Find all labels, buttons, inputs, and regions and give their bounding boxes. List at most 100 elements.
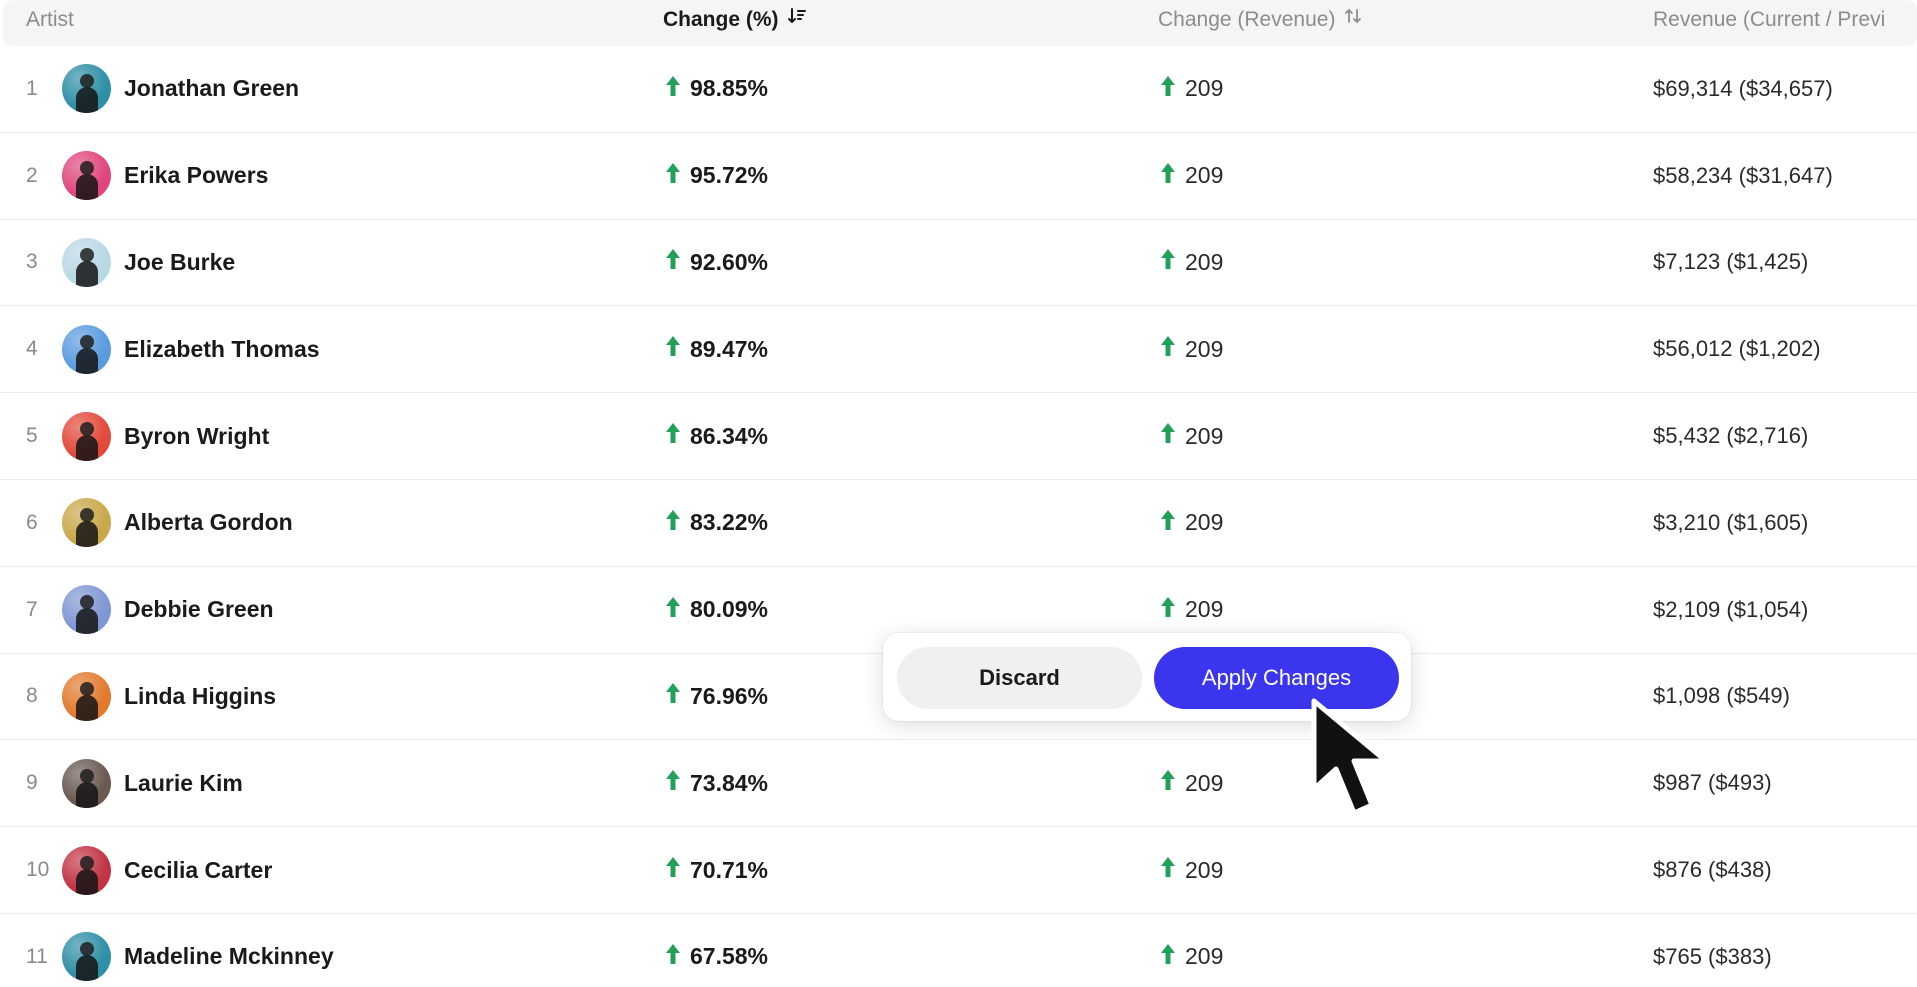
revenue-value: $58,234 ($31,647)	[1653, 162, 1833, 188]
artist-name[interactable]: Linda Higgins	[124, 654, 276, 740]
change-pct-value: 76.96%	[690, 682, 769, 709]
avatar	[62, 567, 111, 653]
revenue-value: $1,098 ($549)	[1653, 683, 1790, 709]
arrow-up-icon	[664, 681, 682, 711]
arrow-up-icon	[664, 74, 682, 104]
row-rank: 7	[26, 597, 38, 621]
artist-avatar-image	[62, 64, 111, 114]
revenue-value: $69,314 ($34,657)	[1653, 75, 1833, 101]
column-header-change-pct[interactable]: Change (%)	[663, 0, 807, 40]
change-revenue-cell: 209	[1159, 827, 1223, 913]
discard-button[interactable]: Discard	[897, 647, 1142, 709]
artist-avatar-image	[62, 237, 111, 287]
table-row[interactable]: 4 Elizabeth Thomas 89.47% 209 $56,012 ($1,20…	[0, 306, 1917, 394]
change-revenue-cell: 209	[1159, 393, 1223, 479]
arrow-up-icon	[1159, 161, 1177, 191]
table-row[interactable]: 1 Jonathan Green 98.85% 209 $69,314 ($34,657…	[0, 46, 1917, 133]
row-rank: 3	[26, 250, 38, 274]
artist-name[interactable]: Laurie Kim	[124, 740, 243, 826]
artist-name[interactable]: Jonathan Green	[124, 46, 299, 132]
avatar	[62, 133, 111, 219]
row-rank: 1	[26, 76, 38, 100]
arrow-up-icon	[664, 334, 682, 364]
column-header-change-revenue[interactable]: Change (Revenue)	[1158, 0, 1363, 40]
revenue-value: $2,109 ($1,054)	[1653, 596, 1809, 622]
avatar	[62, 827, 111, 913]
arrow-up-icon	[1159, 421, 1177, 451]
change-pct-value: 89.47%	[690, 335, 769, 362]
table-row[interactable]: 5 Byron Wright 86.34% 209 $5,432 ($2,716)	[0, 393, 1917, 480]
change-pct-cell: 70.71%	[664, 827, 768, 913]
arrow-up-icon	[1159, 942, 1177, 972]
change-pct-value: 70.71%	[690, 856, 769, 883]
change-revenue-value: 209	[1185, 335, 1224, 362]
column-header-label: Revenue (Current / Previ	[1653, 8, 1886, 31]
change-pct-cell: 89.47%	[664, 306, 768, 392]
artist-avatar-image	[62, 324, 111, 374]
column-header-revenue[interactable]: Revenue (Current / Previ	[1653, 0, 1885, 40]
change-revenue-value: 209	[1185, 856, 1224, 883]
artist-name[interactable]: Madeline Mckinney	[124, 914, 334, 987]
artist-avatar-image	[62, 845, 111, 895]
table-row[interactable]: 2 Erika Powers 95.72% 209 $58,234 ($31,647)	[0, 133, 1917, 220]
change-pct-value: 98.85%	[690, 75, 769, 102]
avatar	[62, 393, 111, 479]
avatar	[62, 220, 111, 306]
change-pct-cell: 83.22%	[664, 480, 768, 566]
avatar	[62, 914, 111, 987]
artist-name[interactable]: Alberta Gordon	[124, 480, 293, 566]
artist-name[interactable]: Elizabeth Thomas	[124, 306, 320, 392]
change-pct-value: 80.09%	[690, 596, 769, 623]
artist-name[interactable]: Erika Powers	[124, 133, 268, 219]
change-revenue-value: 209	[1185, 943, 1224, 970]
table-row[interactable]: 3 Joe Burke 92.60% 209 $7,123 ($1,425)	[0, 220, 1917, 307]
change-pct-cell: 86.34%	[664, 393, 768, 479]
revenue-value: $765 ($383)	[1653, 943, 1772, 969]
arrow-up-icon	[1159, 74, 1177, 104]
artist-avatar-image	[62, 758, 111, 808]
change-revenue-value: 209	[1185, 162, 1224, 189]
avatar	[62, 46, 111, 132]
artist-name[interactable]: Joe Burke	[124, 220, 235, 306]
change-pct-value: 86.34%	[690, 422, 769, 449]
arrow-up-icon	[1159, 247, 1177, 277]
sort-both-icon[interactable]	[1343, 0, 1363, 40]
artist-avatar-image	[62, 932, 111, 982]
row-rank: 8	[26, 684, 38, 708]
artist-name[interactable]: Cecilia Carter	[124, 827, 272, 913]
avatar	[62, 740, 111, 826]
change-pct-cell: 67.58%	[664, 914, 768, 987]
change-revenue-cell: 209	[1159, 740, 1223, 826]
row-rank: 9	[26, 771, 38, 795]
arrow-up-icon	[1159, 508, 1177, 538]
table-row[interactable]: 9 Laurie Kim 73.84% 209 $987 ($493)	[0, 740, 1917, 828]
artist-avatar-image	[62, 498, 111, 548]
change-pct-cell: 80.09%	[664, 567, 768, 653]
change-pct-cell: 92.60%	[664, 220, 768, 306]
artist-avatar-image	[62, 671, 111, 721]
change-revenue-cell: 209	[1159, 46, 1223, 132]
artist-name[interactable]: Debbie Green	[124, 567, 274, 653]
table-row[interactable]: 10 Cecilia Carter 70.71% 209 $876 ($438)	[0, 827, 1917, 914]
change-pct-value: 95.72%	[690, 162, 769, 189]
arrow-up-icon	[664, 161, 682, 191]
row-rank: 2	[26, 163, 38, 187]
table-row[interactable]: 11 Madeline Mckinney 67.58% 209 $765 ($383)	[0, 914, 1917, 987]
arrow-up-icon	[664, 508, 682, 538]
artist-revenue-page: Artist Change (%) Change (Revenue) Reven…	[0, 0, 1917, 987]
change-revenue-value: 209	[1185, 509, 1224, 536]
row-rank: 6	[26, 510, 38, 534]
change-revenue-value: 209	[1185, 75, 1224, 102]
column-header-label: Change (Revenue)	[1158, 8, 1336, 31]
row-rank: 5	[26, 424, 38, 448]
change-pct-value: 83.22%	[690, 509, 769, 536]
arrow-up-icon	[664, 595, 682, 625]
change-revenue-cell: 209	[1159, 480, 1223, 566]
change-revenue-cell: 209	[1159, 220, 1223, 306]
change-pct-cell: 76.96%	[664, 654, 768, 740]
column-header-artist[interactable]: Artist	[26, 0, 74, 40]
apply-changes-button[interactable]: Apply Changes	[1154, 647, 1399, 709]
table-row[interactable]: 6 Alberta Gordon 83.22% 209 $3,210 ($1,605)	[0, 480, 1917, 567]
artist-name[interactable]: Byron Wright	[124, 393, 269, 479]
sort-descending-icon[interactable]	[787, 0, 807, 40]
